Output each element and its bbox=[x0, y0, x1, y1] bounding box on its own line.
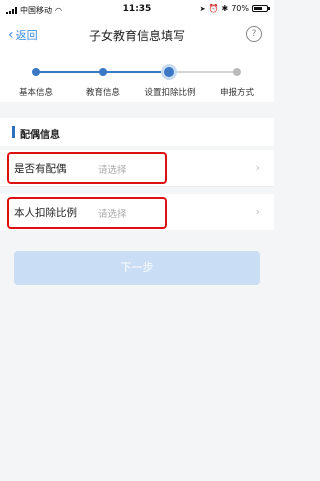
nav-bar: ‹ 返回 子女教育信息填写 ? bbox=[0, 20, 274, 50]
progress-steps: 基本信息 教育信息 设置扣除比例 申报方式 bbox=[0, 50, 274, 102]
step-label-education-info: 教育信息 bbox=[85, 88, 121, 98]
step-dot-declaration-method bbox=[233, 68, 241, 76]
highlight-box-deduction-ratio bbox=[7, 197, 167, 229]
step-label-basic-info: 基本信息 bbox=[18, 88, 54, 98]
highlight-box-has-spouse bbox=[7, 152, 167, 184]
step-label-declaration-method: 申报方式 bbox=[219, 88, 255, 98]
battery-icon bbox=[252, 5, 270, 12]
step-dot-basic-info bbox=[32, 68, 40, 76]
section-accent-bar bbox=[12, 126, 15, 138]
step-dot-education-info bbox=[99, 68, 107, 76]
orientation-lock-icon: ✱ bbox=[221, 4, 229, 13]
alarm-icon: ⏰ bbox=[208, 4, 219, 13]
status-bar: 中国移动 ◠ 11:35 ➤ ⏰ ✱ 70% bbox=[0, 0, 274, 20]
divider bbox=[0, 186, 274, 187]
next-button[interactable]: 下一步 bbox=[14, 251, 260, 285]
chevron-right-icon: › bbox=[255, 161, 260, 174]
step-dot-deduction-ratio bbox=[164, 67, 174, 77]
page-title: 子女教育信息填写 bbox=[88, 29, 185, 43]
step-label-deduction-ratio: 设置扣除比例 bbox=[144, 88, 196, 98]
battery-percent: 70% bbox=[231, 4, 249, 13]
status-right: ➤ ⏰ ✱ 70% bbox=[199, 4, 270, 13]
section-title: 配偶信息 bbox=[20, 130, 60, 141]
section-header: 配偶信息 bbox=[0, 118, 274, 146]
chevron-right-icon: › bbox=[255, 205, 260, 218]
location-icon: ➤ bbox=[199, 4, 206, 13]
help-icon[interactable]: ? bbox=[246, 26, 262, 42]
battery-level bbox=[254, 7, 262, 10]
step-line-todo bbox=[170, 71, 237, 73]
